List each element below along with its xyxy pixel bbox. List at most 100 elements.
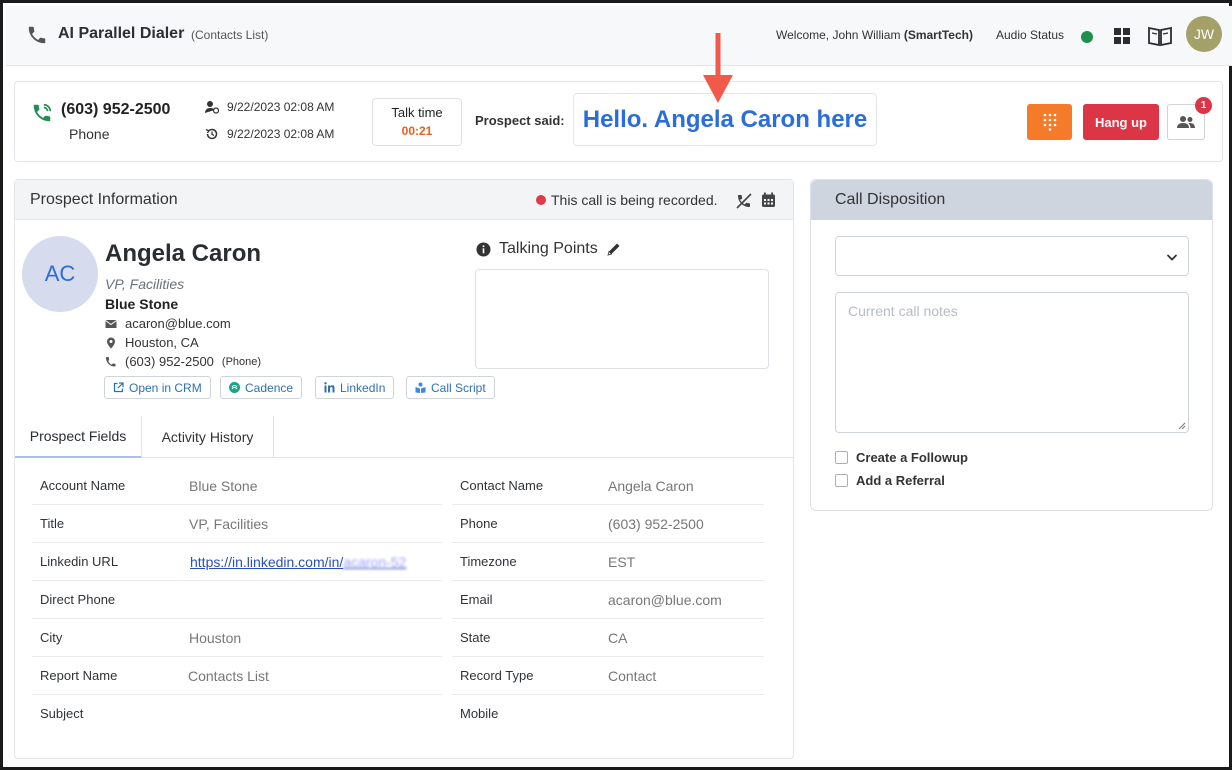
field-label: Record Type [460, 668, 534, 683]
add-referral-checkbox[interactable]: Add a Referral [835, 473, 945, 488]
checkbox-box[interactable] [835, 474, 848, 487]
app-title: AI Parallel Dialer [58, 25, 185, 42]
talk-time-label: Talk time [391, 105, 443, 120]
book-icon[interactable] [1147, 25, 1173, 47]
annotation-arrow-icon [703, 33, 733, 103]
map-pin-icon [107, 337, 115, 348]
field-row: Contact Name Angela Caron [452, 467, 764, 505]
app-frame: AI Parallel Dialer (Contacts List) Welco… [0, 0, 1232, 770]
field-value: EST [608, 554, 636, 570]
create-followup-checkbox[interactable]: Create a Followup [835, 450, 968, 465]
field-label: State [460, 630, 491, 645]
field-row: Direct Phone [32, 581, 442, 619]
chevron-down-icon [1166, 254, 1178, 261]
user-avatar[interactable]: JW [1186, 16, 1222, 52]
disposition-header: Call Disposition [811, 180, 1212, 220]
script-icon [415, 382, 426, 393]
field-row: Linkedin URL https://in.linkedin.com/in/… [32, 543, 442, 581]
field-label: Linkedin URL [40, 554, 119, 569]
notification-badge: 1 [1195, 97, 1212, 114]
field-label: Report Name [40, 668, 118, 683]
user-clock-icon [205, 101, 219, 114]
field-value: Angela Caron [608, 478, 694, 494]
field-label: City [40, 630, 63, 645]
prospect-name: Angela Caron [105, 240, 262, 267]
active-call-icon [33, 103, 52, 122]
prospect-avatar: AC [22, 236, 98, 312]
edit-pencil-icon[interactable] [606, 241, 622, 257]
cadence-button[interactable]: Cadence [220, 376, 303, 399]
field-row: Title VP, Facilities [32, 505, 442, 543]
prospect-location: Houston, CA [105, 335, 199, 350]
field-row: Mobile [452, 695, 764, 733]
prospect-phone: (603) 952-2500 (Phone) [105, 354, 261, 369]
history-icon [205, 128, 218, 140]
call-type: Phone [69, 126, 110, 142]
checkbox-box[interactable] [835, 451, 848, 464]
dialpad-button[interactable] [1027, 104, 1072, 140]
welcome-text: Welcome, John William (SmartTech) [776, 28, 973, 42]
prospect-panel-title: Prospect Information [30, 191, 178, 208]
field-value: acaron@blue.com [608, 592, 722, 608]
linkedin-button[interactable]: LinkedIn [315, 376, 395, 399]
field-row: State CA [452, 619, 764, 657]
field-label: Account Name [40, 478, 126, 493]
field-value: (603) 952-2500 [608, 516, 704, 532]
field-label: Phone [460, 516, 498, 531]
field-row: Report Name Contacts List [32, 657, 442, 695]
envelope-icon [105, 319, 117, 328]
talking-points-heading: Talking Points [476, 240, 622, 258]
disposition-title: Call Disposition [835, 191, 946, 208]
calendar-icon[interactable] [761, 192, 776, 208]
cadence-icon [229, 382, 240, 393]
field-label: Email [460, 592, 493, 607]
field-row: Phone (603) 952-2500 [452, 505, 764, 543]
people-icon [1177, 116, 1195, 128]
call-notes-placeholder: Current call notes [848, 303, 958, 319]
phone-small-icon [106, 356, 116, 366]
field-value: Blue Stone [189, 478, 258, 494]
hang-up-button[interactable]: Hang up [1083, 104, 1159, 140]
field-row: Email acaron@blue.com [452, 581, 764, 619]
app-subtitle: (Contacts List) [191, 28, 269, 42]
field-value: Houston [189, 630, 242, 646]
linkedin-url-link[interactable]: https://in.linkedin.com/in/acaron-52 [190, 554, 406, 570]
prospect-company: Blue Stone [105, 296, 179, 312]
top-bar: AI Parallel Dialer (Contacts List) Welco… [6, 6, 1232, 66]
call-number: (603) 952-2500 [61, 101, 171, 118]
field-row: Timezone EST [452, 543, 764, 581]
field-value: CA [608, 630, 628, 646]
do-not-call-icon[interactable] [735, 192, 753, 210]
audio-status-indicator [1081, 31, 1093, 43]
resize-handle-icon[interactable] [1178, 422, 1186, 430]
prospect-email: acaron@blue.com [105, 316, 231, 331]
tab-activity-history[interactable]: Activity History [141, 416, 274, 458]
prospect-tabs: Prospect Fields Activity History [15, 416, 793, 458]
prospect-information-panel: Prospect Information This call is being … [14, 179, 794, 759]
talking-points-box[interactable] [475, 269, 769, 369]
dialpad-icon [1043, 113, 1056, 131]
talk-time-value: 00:21 [401, 124, 433, 138]
info-icon [476, 242, 491, 256]
disposition-select[interactable] [835, 236, 1189, 276]
field-label: Title [40, 516, 65, 531]
active-call-bar: (603) 952-2500 Phone 9/22/2023 02:08 AM … [14, 81, 1223, 162]
prospect-said-label: Prospect said: [475, 113, 565, 128]
apps-grid-icon[interactable] [1113, 27, 1131, 45]
field-label: Contact Name [460, 478, 544, 493]
open-in-crm-button[interactable]: Open in CRM [104, 376, 211, 399]
call-notes-textarea[interactable]: Current call notes [835, 292, 1189, 433]
external-link-icon [113, 382, 124, 393]
field-label: Timezone [460, 554, 517, 569]
call-script-button[interactable]: Call Script [406, 376, 495, 399]
field-value: Contact [608, 668, 657, 684]
field-value: Contacts List [188, 668, 269, 684]
recording-text: This call is being recorded. [551, 192, 718, 208]
phone-icon [28, 26, 46, 44]
tab-prospect-fields[interactable]: Prospect Fields [15, 416, 141, 458]
talk-time-box: Talk time 00:21 [372, 98, 462, 146]
audio-status-label: Audio Status [996, 28, 1065, 42]
field-row: Record Type Contact [452, 657, 764, 695]
field-row: Subject [32, 695, 442, 733]
linkedin-icon [324, 382, 335, 393]
